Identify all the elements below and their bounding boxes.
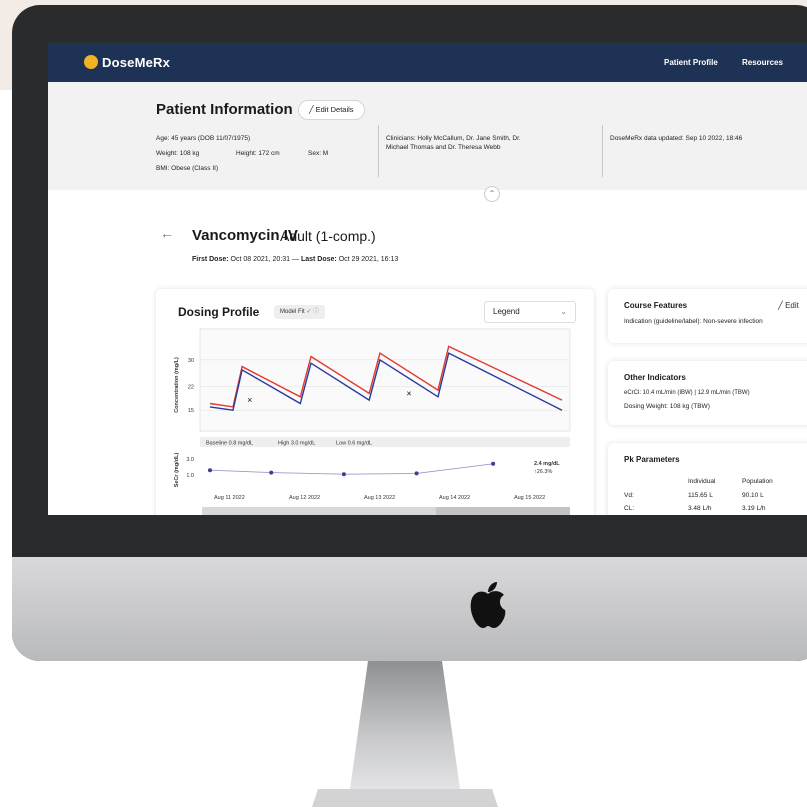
y-tick-label: 30 bbox=[188, 358, 194, 364]
other-indicators-title: Other Indicators bbox=[624, 373, 686, 382]
model-fit-badge[interactable]: Model Fit ✓ ⓘ bbox=[274, 305, 326, 319]
collapse-chevron-up-icon[interactable]: ⌃ bbox=[484, 186, 500, 202]
plot-area bbox=[199, 328, 571, 432]
course-edit-label: Edit bbox=[785, 301, 799, 310]
model-fit-label: Model Fit bbox=[280, 309, 305, 315]
course-features-title: Course Features bbox=[624, 301, 688, 310]
dosing-weight: Dosing Weight: 108 kg (TBW) bbox=[624, 403, 710, 410]
clinicians-line-2: Michael Thomas and Dr. Theresa Webb bbox=[386, 144, 501, 151]
dosing-chart[interactable]: 15 22 30 × × Concentration (mg/L) Baseline … bbox=[166, 325, 586, 515]
divider bbox=[378, 125, 379, 177]
screen: DoseMeRx Patient Profile Resources Patie… bbox=[48, 43, 807, 515]
first-dose-label: First Dose: bbox=[192, 256, 229, 263]
pk-cell: 3.19 L/h bbox=[742, 505, 766, 512]
scr-point bbox=[269, 470, 274, 475]
nav-link-resources[interactable]: Resources bbox=[742, 58, 783, 67]
indication: Indication (guideline/label): Non-severe… bbox=[624, 318, 763, 325]
scr-y-tick-label: 1.0 bbox=[186, 473, 194, 479]
imac-chin bbox=[12, 557, 807, 661]
scr-high: High 3.0 mg/dL bbox=[278, 441, 315, 447]
scr-info-bar bbox=[200, 437, 570, 447]
pk-cell: 3.48 L/h bbox=[688, 505, 712, 512]
y-tick-label: 15 bbox=[188, 408, 194, 414]
back-arrow-icon[interactable]: ← bbox=[160, 225, 174, 241]
y-axis-label: Concentration (mg/L) bbox=[174, 357, 180, 413]
clinicians-line-1: Clinicians: Holly McCallum, Dr. Jane Smi… bbox=[386, 135, 521, 142]
x-tick-label: Aug 15 2022 bbox=[514, 495, 545, 501]
pk-parameters-title: Pk Parameters bbox=[624, 455, 680, 464]
scr-last-value: 2.4 mg/dL bbox=[534, 461, 560, 467]
pencil-icon: ╱ bbox=[778, 301, 783, 310]
patient-age: Age: 45 years (DOB 11/07/1975) bbox=[156, 135, 251, 142]
apple-logo-icon bbox=[470, 582, 506, 628]
scr-point bbox=[414, 471, 419, 476]
range-slider-window[interactable] bbox=[436, 507, 570, 515]
scr-series-line bbox=[209, 463, 494, 475]
patient-bmi: BMI: Obese (Class II) bbox=[156, 165, 219, 172]
divider bbox=[602, 125, 603, 177]
x-tick-label: Aug 13 2022 bbox=[364, 495, 395, 501]
scr-point bbox=[208, 468, 212, 473]
course-edit-link[interactable]: ╱ Edit bbox=[778, 301, 799, 310]
scr-y-axis-label: SeCr (mg/dL) bbox=[174, 453, 180, 488]
nav-link-patient-profile[interactable]: Patient Profile bbox=[664, 58, 718, 67]
first-dose-value: Oct 08 2021, 20:31 bbox=[230, 256, 291, 263]
last-dose-value: Oct 29 2021, 16:13 bbox=[338, 256, 399, 263]
edit-details-label: Edit Details bbox=[315, 105, 354, 114]
pk-col-population: Population bbox=[742, 478, 773, 485]
legend-dropdown[interactable]: Legend ⌄ bbox=[484, 301, 576, 323]
logo-icon bbox=[84, 55, 98, 69]
brand-logo[interactable]: DoseMeRx bbox=[84, 55, 170, 70]
pk-cell: 115.65 L bbox=[688, 492, 713, 499]
x-tick-label: Aug 14 2022 bbox=[439, 495, 470, 501]
course-features-card bbox=[608, 289, 807, 343]
legend-label: Legend bbox=[493, 307, 520, 316]
y-tick-label: 22 bbox=[188, 385, 194, 391]
drug-model: Adult (1-comp.) bbox=[280, 228, 376, 244]
patient-weight: Weight: 108 kg bbox=[156, 150, 200, 157]
brand-name: DoseMeRx bbox=[102, 55, 171, 70]
ecrcl: eCrCl: 10.4 mL/min (IBW) | 12.9 mL/min (… bbox=[624, 390, 750, 396]
scr-low: Low 0.6 mg/dL bbox=[336, 441, 372, 447]
chevron-down-icon: ⌄ bbox=[560, 307, 567, 316]
patient-sex: Sex: M bbox=[308, 150, 329, 157]
last-dose-label: Last Dose: bbox=[300, 256, 337, 263]
top-navbar: DoseMeRx Patient Profile Resources bbox=[48, 43, 807, 82]
dose-separator: — bbox=[292, 256, 300, 263]
data-updated: DoseMeRx data updated: Sep 10 2022, 18:4… bbox=[610, 135, 743, 142]
check-circle-icon: ✓ bbox=[306, 309, 312, 315]
pk-row-label: Vd: bbox=[624, 492, 634, 499]
observation-point: × bbox=[406, 388, 411, 398]
scr-point bbox=[491, 461, 496, 466]
pk-col-individual: Individual bbox=[688, 478, 716, 485]
scr-change: ↑26.3% bbox=[534, 469, 552, 475]
observation-point: × bbox=[247, 395, 252, 405]
pk-row-label: CL: bbox=[624, 505, 635, 512]
dosing-profile-title: Dosing Profile bbox=[178, 305, 260, 319]
pencil-icon: ╱ bbox=[309, 105, 314, 114]
info-icon: ⓘ bbox=[313, 309, 320, 315]
scr-point bbox=[341, 472, 346, 477]
patient-height: Height: 172 cm bbox=[236, 150, 280, 157]
scr-y-tick-label: 3.0 bbox=[186, 457, 194, 463]
pk-cell: 90.10 L bbox=[742, 492, 764, 499]
edit-details-button[interactable]: ╱ Edit Details bbox=[298, 100, 365, 120]
x-tick-label: Aug 11 2022 bbox=[214, 495, 245, 501]
patient-info-title: Patient Information bbox=[156, 101, 293, 118]
dose-dates: First Dose: Oct 08 2021, 20:31 — Last Do… bbox=[192, 256, 398, 263]
scr-baseline: Baseline 0.8 mg/dL bbox=[206, 441, 253, 447]
imac-frame: DoseMeRx Patient Profile Resources Patie… bbox=[12, 5, 807, 661]
x-tick-label: Aug 12 2022 bbox=[289, 495, 320, 501]
imac-stand bbox=[312, 661, 498, 807]
